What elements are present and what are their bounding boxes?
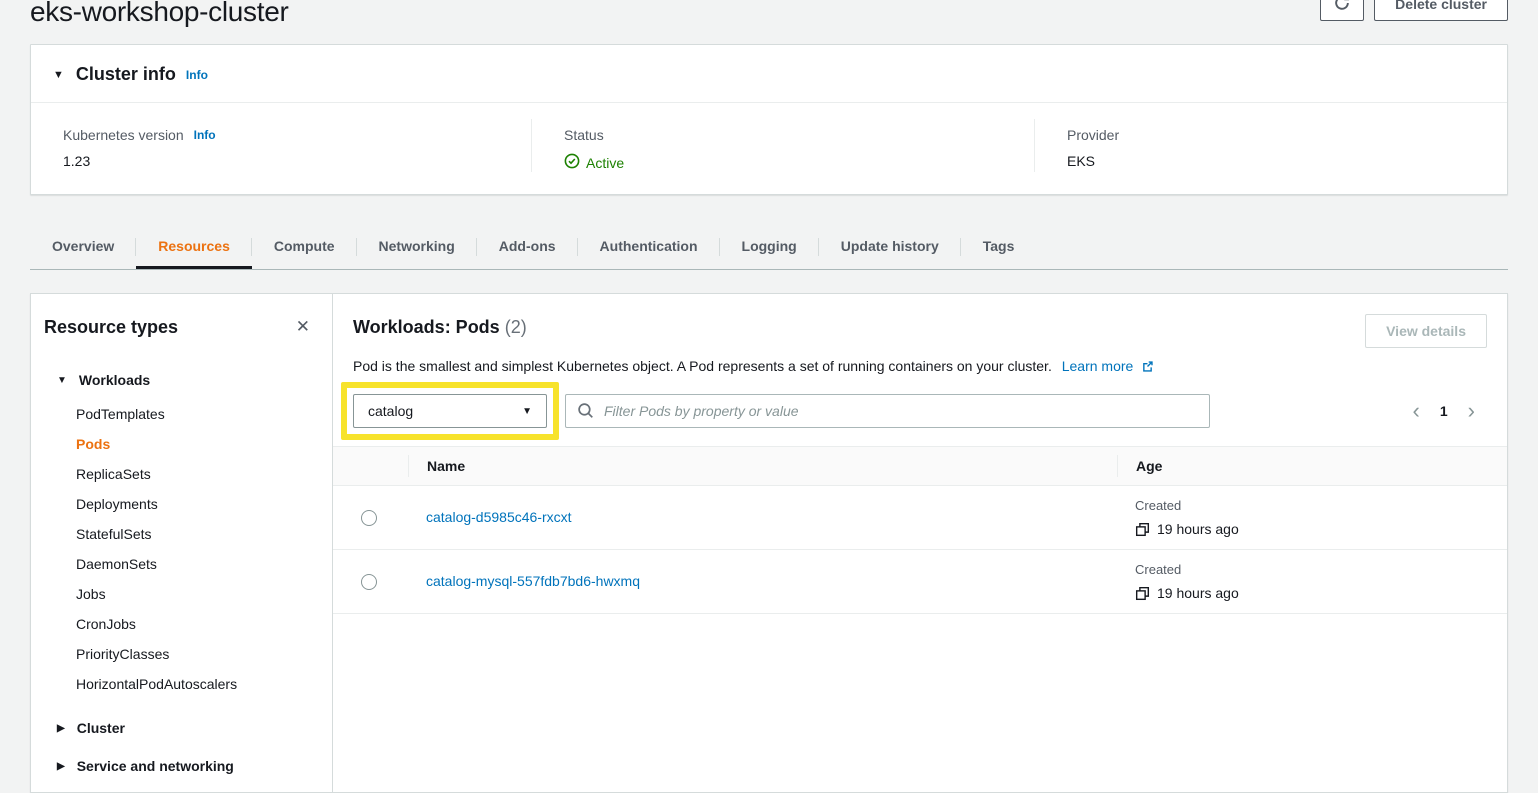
status-value: Active: [564, 153, 1034, 172]
caret-down-icon: ▼: [53, 69, 64, 81]
sidebar-item-jobs[interactable]: Jobs: [31, 579, 332, 609]
annotation-highlight-box: catalog ▼: [341, 382, 559, 440]
cluster-info-body: Kubernetes version Info 1.23 Status Acti…: [31, 102, 1507, 194]
copy-icon[interactable]: [1135, 522, 1150, 537]
sidebar-group-service-and-networking[interactable]: ▶ Service and networking: [31, 751, 332, 781]
status-label: Status: [564, 127, 1034, 143]
tab-compute[interactable]: Compute: [252, 225, 357, 269]
close-icon[interactable]: ✕: [290, 315, 316, 339]
provider-label: Provider: [1067, 127, 1507, 143]
provider-field: Provider EKS: [1034, 119, 1507, 172]
pods-panel: Workloads: Pods (2) View details Pod is …: [333, 294, 1507, 792]
pods-count: (2): [505, 317, 527, 337]
chevron-down-icon: ▼: [522, 406, 532, 417]
sidebar-group-workloads[interactable]: ▼ Workloads: [31, 365, 332, 395]
pods-table-header: Name Age: [333, 446, 1507, 486]
sidebar-item-cronjobs[interactable]: CronJobs: [31, 609, 332, 639]
resource-types-title: Resource types: [44, 317, 178, 338]
pod-filter-dropdown[interactable]: catalog ▼: [353, 394, 547, 428]
sidebar-item-pods[interactable]: Pods: [31, 429, 332, 459]
age-value: 19 hours ago: [1157, 521, 1239, 537]
learn-more-link[interactable]: Learn more: [1062, 358, 1154, 374]
kubernetes-version-label: Kubernetes version Info: [63, 127, 531, 143]
tab-authentication[interactable]: Authentication: [578, 225, 720, 269]
next-page-icon[interactable]: ›: [1468, 401, 1475, 421]
column-header-age[interactable]: Age: [1117, 455, 1507, 477]
cluster-tabs: Overview Resources Compute Networking Ad…: [30, 225, 1508, 270]
pod-filter-dropdown-value: catalog: [368, 403, 413, 419]
caret-down-icon: ▼: [57, 375, 67, 386]
pods-filter-input[interactable]: [565, 394, 1210, 428]
cluster-info-header[interactable]: ▼ Cluster info Info: [31, 45, 1507, 102]
row-radio[interactable]: [361, 510, 377, 526]
sidebar-item-replicasets[interactable]: ReplicaSets: [31, 459, 332, 489]
tab-tags[interactable]: Tags: [961, 225, 1037, 269]
status-check-icon: [564, 153, 580, 172]
kubernetes-version-field: Kubernetes version Info 1.23: [31, 119, 531, 172]
sidebar-item-statefulsets[interactable]: StatefulSets: [31, 519, 332, 549]
sidebar-item-deployments[interactable]: Deployments: [31, 489, 332, 519]
provider-value: EKS: [1067, 153, 1507, 169]
kubernetes-version-info-link[interactable]: Info: [194, 128, 216, 142]
pod-name-link[interactable]: catalog-d5985c46-rxcxt: [426, 509, 572, 525]
pods-panel-title: Workloads: Pods (2): [353, 314, 527, 338]
table-row: catalog-mysql-557fdb7bd6-hwxmq Created 1…: [333, 550, 1507, 614]
search-icon: [577, 402, 594, 424]
delete-cluster-button[interactable]: Delete cluster: [1374, 0, 1508, 21]
cluster-info-info-link[interactable]: Info: [186, 68, 208, 82]
refresh-icon: [1333, 0, 1351, 15]
cluster-info-card: ▼ Cluster info Info Kubernetes version I…: [30, 44, 1508, 195]
sidebar-item-podtemplates[interactable]: PodTemplates: [31, 399, 332, 429]
column-header-name[interactable]: Name: [408, 455, 1117, 477]
pod-name-link[interactable]: catalog-mysql-557fdb7bd6-hwxmq: [426, 573, 640, 589]
age-value: 19 hours ago: [1157, 585, 1239, 601]
kubernetes-version-value: 1.23: [63, 153, 531, 169]
tab-networking[interactable]: Networking: [357, 225, 477, 269]
tab-overview[interactable]: Overview: [30, 225, 136, 269]
external-link-icon: [1141, 360, 1154, 376]
pods-table: Name Age catalog-d5985c46-rxcxt Created …: [333, 446, 1507, 614]
row-radio[interactable]: [361, 574, 377, 590]
tab-update-history[interactable]: Update history: [819, 225, 961, 269]
status-field: Status Active: [531, 119, 1034, 172]
page-title: eks-workshop-cluster: [30, 0, 1508, 28]
header-actions: Delete cluster: [1320, 0, 1508, 21]
tab-add-ons[interactable]: Add-ons: [477, 225, 578, 269]
resource-types-sidebar: Resource types ✕ ▼ Workloads PodTemplate…: [31, 294, 333, 792]
caret-right-icon: ▶: [57, 761, 65, 772]
resource-types-tree: ▼ Workloads PodTemplates Pods ReplicaSet…: [31, 365, 332, 781]
sidebar-group-cluster[interactable]: ▶ Cluster: [31, 713, 332, 743]
resources-content-card: Resource types ✕ ▼ Workloads PodTemplate…: [30, 293, 1508, 793]
view-details-button[interactable]: View details: [1365, 314, 1487, 348]
copy-icon[interactable]: [1135, 586, 1150, 601]
age-created-label: Created: [1135, 498, 1507, 513]
pagination: ‹ 1 ›: [1413, 401, 1487, 421]
table-row: catalog-d5985c46-rxcxt Created 19 hours …: [333, 486, 1507, 550]
pods-description: Pod is the smallest and simplest Kuberne…: [353, 358, 1487, 376]
sidebar-item-priorityclasses[interactable]: PriorityClasses: [31, 639, 332, 669]
current-page-number[interactable]: 1: [1440, 403, 1448, 419]
previous-page-icon[interactable]: ‹: [1413, 401, 1420, 421]
tab-logging[interactable]: Logging: [720, 225, 819, 269]
tab-resources[interactable]: Resources: [136, 225, 252, 269]
sidebar-item-horizontalpodautoscalers[interactable]: HorizontalPodAutoscalers: [31, 669, 332, 699]
caret-right-icon: ▶: [57, 723, 65, 734]
cluster-info-title: Cluster info: [76, 64, 176, 85]
page-header: eks-workshop-cluster Delete cluster: [0, 0, 1538, 44]
sidebar-item-daemonsets[interactable]: DaemonSets: [31, 549, 332, 579]
age-created-label: Created: [1135, 562, 1507, 577]
refresh-button[interactable]: [1320, 0, 1364, 21]
